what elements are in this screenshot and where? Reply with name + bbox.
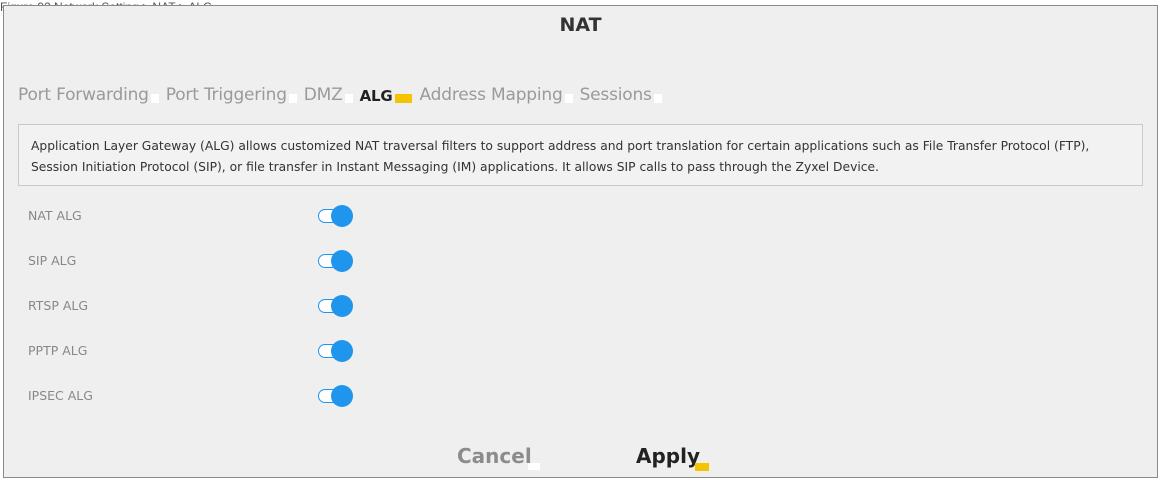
- cancel-button[interactable]: Cancel: [457, 444, 540, 470]
- setting-row-sip-alg: SIP ALG: [28, 250, 428, 274]
- tab-bar: Port Forwarding Port Triggering DMZ ALG …: [18, 85, 669, 105]
- tab-port-forwarding[interactable]: Port Forwarding: [18, 85, 159, 105]
- rtsp-alg-toggle[interactable]: [318, 295, 354, 317]
- setting-label: PPTP ALG: [28, 343, 88, 358]
- setting-row-pptp-alg: PPTP ALG: [28, 340, 428, 364]
- pptp-alg-toggle[interactable]: [318, 340, 354, 362]
- tab-sessions[interactable]: Sessions: [579, 85, 662, 105]
- setting-row-rtsp-alg: RTSP ALG: [28, 295, 428, 319]
- tab-address-mapping[interactable]: Address Mapping: [419, 85, 573, 105]
- apply-button[interactable]: Apply: [636, 444, 710, 471]
- toggle-switch-icon: [331, 295, 353, 317]
- nat-alg-toggle[interactable]: [318, 205, 354, 227]
- tab-dmz[interactable]: DMZ: [303, 85, 353, 105]
- tab-label: Sessions: [579, 85, 652, 105]
- tab-label: Address Mapping: [419, 85, 563, 105]
- setting-label: RTSP ALG: [28, 298, 89, 313]
- tab-label: Port Forwarding: [18, 85, 149, 105]
- toggle-switch-icon: [331, 385, 353, 407]
- tab-port-triggering[interactable]: Port Triggering: [165, 85, 297, 105]
- cancel-label: Cancel: [457, 444, 532, 468]
- setting-row-nat-alg: NAT ALG: [28, 205, 428, 229]
- tab-label: DMZ: [303, 85, 343, 105]
- tab-label: ALG: [359, 87, 393, 105]
- tab-label: Port Triggering: [165, 85, 287, 105]
- page-title: NAT: [559, 14, 602, 36]
- nat-panel: NAT Port Forwarding Port Triggering DMZ …: [3, 5, 1158, 478]
- toggle-switch-icon: [331, 205, 353, 227]
- setting-label: NAT ALG: [28, 208, 82, 223]
- toggle-switch-icon: [331, 250, 353, 272]
- ipsec-alg-toggle[interactable]: [318, 385, 354, 407]
- alg-description: Application Layer Gateway (ALG) allows c…: [18, 124, 1143, 186]
- tab-alg[interactable]: ALG: [359, 87, 412, 105]
- apply-label: Apply: [636, 444, 701, 468]
- setting-row-ipsec-alg: IPSEC ALG: [28, 385, 428, 409]
- setting-label: IPSEC ALG: [28, 388, 93, 403]
- toggle-switch-icon: [331, 340, 353, 362]
- setting-label: SIP ALG: [28, 253, 77, 268]
- sip-alg-toggle[interactable]: [318, 250, 354, 272]
